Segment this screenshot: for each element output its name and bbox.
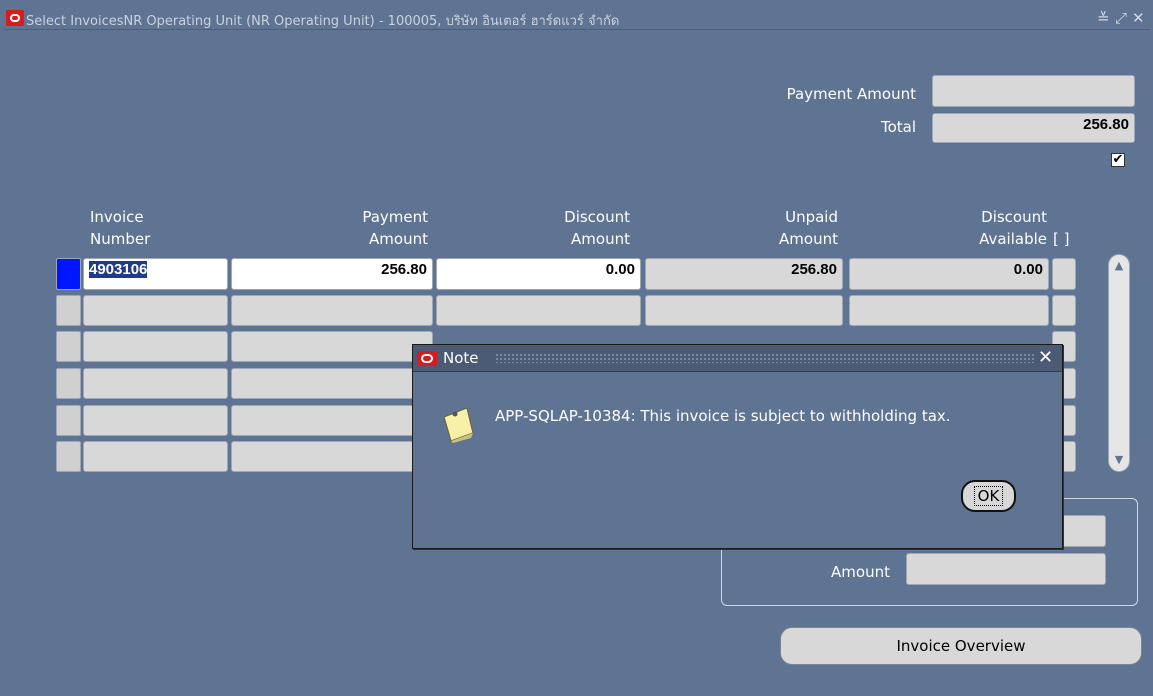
header-discount-available: Discount Available (979, 208, 1047, 248)
dialog-message: APP-SQLAP-10384: This invoice is subject… (495, 407, 951, 425)
oracle-logo-icon (417, 351, 437, 366)
dialog-title-bar[interactable]: Note ✕ (413, 345, 1062, 372)
header-invoice-number: Invoice Number (90, 208, 151, 248)
note-icon (443, 407, 474, 443)
row-indicator[interactable] (56, 331, 81, 362)
invoice-overview-button[interactable]: Invoice Overview (780, 627, 1142, 665)
payment-amount-cell[interactable] (231, 441, 433, 472)
oracle-logo-icon (6, 10, 24, 26)
row-indicator-active[interactable] (56, 258, 81, 290)
header-discount-amount: Discount Amount (564, 208, 630, 248)
payment-amount-cell[interactable] (231, 295, 433, 326)
invoice-number-cell[interactable] (83, 441, 228, 472)
row-indicator[interactable] (56, 295, 81, 326)
row-indicator[interactable] (56, 368, 81, 399)
ok-button-label: OK (973, 486, 1004, 506)
window-title-bar: Select InvoicesNR Operating Unit (NR Ope… (4, 8, 1150, 30)
payment-amount-cell[interactable]: 256.80 (231, 258, 433, 290)
invoice-number-cell[interactable] (83, 331, 228, 362)
discount-available-cell (849, 295, 1049, 326)
vertical-scrollbar[interactable]: ▲ ▼ (1108, 254, 1130, 472)
ok-button[interactable]: OK (961, 480, 1016, 512)
scroll-down-icon[interactable]: ▼ (1113, 454, 1125, 465)
payment-amount-cell[interactable] (231, 331, 433, 362)
row-indicator[interactable] (56, 405, 81, 436)
payment-amount-label: Payment Amount (786, 85, 916, 103)
payment-amount-cell[interactable] (231, 405, 433, 436)
invoice-number-cell[interactable] (83, 295, 228, 326)
total-label: Total (880, 118, 916, 136)
note-dialog: Note ✕ APP-SQLAP-10384: This invoice is … (412, 344, 1063, 549)
dialog-close-icon[interactable]: ✕ (1038, 347, 1053, 368)
flag-cell[interactable] (1052, 258, 1076, 290)
dialog-title: Note (443, 349, 479, 367)
invoice-number-cell[interactable] (83, 405, 228, 436)
invoice-number-cell[interactable]: 4903106 (83, 258, 228, 290)
payment-amount-cell[interactable] (231, 368, 433, 399)
unpaid-amount-cell: 256.80 (645, 258, 843, 290)
header-flag: [ ] (1053, 230, 1070, 248)
unpaid-amount-cell (645, 295, 843, 326)
minimize-icon[interactable]: ≚ (1097, 9, 1110, 27)
header-unpaid-amount: Unpaid Amount (779, 208, 838, 248)
discount-available-cell: 0.00 (849, 258, 1049, 290)
summary-checkbox[interactable]: ✔ (1111, 153, 1125, 167)
header-payment-amount: Payment Amount (362, 208, 428, 248)
scroll-up-icon[interactable]: ▲ (1113, 260, 1125, 271)
invoice-number-cell[interactable] (83, 368, 228, 399)
amount-label: Amount (831, 563, 890, 581)
dialog-drag-handle[interactable] (495, 353, 1035, 363)
payment-amount-field[interactable] (932, 75, 1135, 107)
row-indicator[interactable] (56, 441, 81, 472)
discount-amount-cell[interactable] (436, 295, 641, 326)
window-title: Select InvoicesNR Operating Unit (NR Ope… (26, 14, 620, 29)
maximize-icon[interactable]: ⤢ (1115, 9, 1127, 27)
flag-cell[interactable] (1052, 295, 1076, 326)
total-field: 256.80 (932, 113, 1135, 143)
amount-field[interactable] (906, 553, 1106, 585)
discount-amount-cell[interactable]: 0.00 (436, 258, 641, 290)
close-icon[interactable]: ✕ (1132, 9, 1145, 27)
